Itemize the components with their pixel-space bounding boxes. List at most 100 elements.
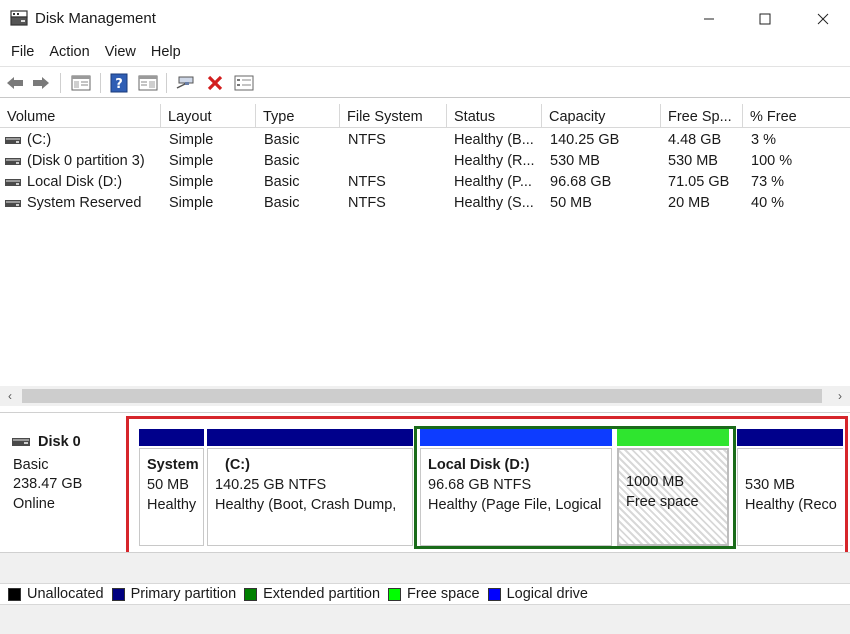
cell-volume: System Reserved (27, 195, 142, 211)
window-title: Disk Management (35, 10, 156, 27)
table-row[interactable]: System Reserved Simple Basic NTFS Health… (0, 193, 850, 214)
horizontal-scrollbar[interactable]: ‹ › (0, 386, 850, 406)
disk-name-label: Disk 0 (38, 434, 81, 450)
cell-file-system: NTFS (348, 174, 386, 190)
cell-percent-free: 100 % (751, 153, 793, 169)
help-icon: ? (110, 73, 128, 93)
column-header-percent-free[interactable]: % Free (743, 104, 850, 128)
legend-item-free-space: Free space (388, 586, 480, 602)
cell-capacity: 50 MB (550, 195, 592, 211)
table-row[interactable]: (Disk 0 partition 3) Simple Basic Health… (0, 151, 850, 172)
disk-management-app-icon (10, 10, 28, 26)
volume-icon (5, 137, 21, 144)
column-header-file-system[interactable]: File System (340, 104, 447, 128)
maximize-button[interactable] (736, 0, 794, 38)
disk-status: Online (13, 496, 55, 512)
console-tree-icon (71, 75, 91, 91)
cell-percent-free: 3 % (751, 132, 776, 148)
disk-size: 238.47 GB (13, 476, 83, 492)
cell-type: Basic (264, 174, 300, 190)
connect-icon (176, 76, 194, 89)
disk-partitions-highlight (126, 416, 848, 557)
disk-type: Basic (13, 457, 49, 473)
cell-free-space: 530 MB (668, 153, 718, 169)
cell-status: Healthy (B... (454, 132, 534, 148)
delete-button[interactable] (204, 72, 226, 94)
column-header-layout[interactable]: Layout (161, 104, 256, 128)
cell-volume: (Disk 0 partition 3) (27, 153, 145, 169)
svg-text:?: ? (115, 77, 123, 92)
volume-icon (5, 200, 21, 207)
volume-icon (5, 158, 21, 165)
legend-area: Unallocated Primary partition Extended p… (0, 552, 850, 634)
cell-file-system: NTFS (348, 195, 386, 211)
legend-label: Free space (407, 586, 480, 602)
legend-swatch (487, 587, 501, 601)
back-button[interactable] (4, 72, 26, 94)
cell-free-space: 4.48 GB (668, 132, 722, 148)
table-row[interactable]: Local Disk (D:) Simple Basic NTFS Health… (0, 172, 850, 193)
minimize-icon (704, 18, 714, 20)
minimize-button[interactable] (680, 0, 738, 38)
cell-type: Basic (264, 153, 300, 169)
legend-item-primary-partition: Primary partition (111, 586, 237, 602)
list-view-button[interactable] (233, 72, 255, 94)
disk-icon (12, 438, 30, 446)
legend-label: Extended partition (263, 586, 381, 602)
help-button[interactable]: ? (108, 72, 130, 94)
column-header-capacity[interactable]: Capacity (542, 104, 661, 128)
cell-capacity: 140.25 GB (550, 132, 620, 148)
scrollbar-thumb[interactable] (22, 389, 822, 403)
cell-percent-free: 40 % (751, 195, 785, 211)
legend-item-logical-drive: Logical drive (487, 586, 588, 602)
volume-list[interactable]: Volume Layout Type File System Status Ca… (0, 104, 850, 386)
cell-file-system: NTFS (348, 132, 386, 148)
legend-swatch (244, 587, 258, 601)
cell-type: Basic (264, 132, 300, 148)
cell-capacity: 96.68 GB (550, 174, 612, 190)
cell-free-space: 20 MB (668, 195, 710, 211)
cell-volume: (C:) (27, 132, 52, 148)
legend-label: Unallocated (27, 586, 104, 602)
forward-arrow-icon (33, 77, 49, 89)
legend-label: Primary partition (130, 586, 237, 602)
forward-button[interactable] (30, 72, 52, 94)
show-hide-console-tree-button[interactable] (70, 72, 92, 94)
delete-icon (207, 75, 223, 91)
legend-swatch (388, 587, 402, 601)
connect-virtual-disk-button[interactable] (175, 72, 197, 94)
maximize-icon (759, 13, 771, 25)
cell-percent-free: 73 % (751, 174, 785, 190)
legend-label: Logical drive (506, 586, 588, 602)
toolbar: ? (0, 66, 850, 98)
cell-status: Healthy (R... (454, 153, 535, 169)
column-header-volume[interactable]: Volume (0, 104, 161, 128)
column-header-type[interactable]: Type (256, 104, 340, 128)
scroll-right-button[interactable]: › (830, 386, 850, 406)
menu-action[interactable]: Action (38, 44, 89, 60)
menu-help[interactable]: Help (140, 44, 181, 60)
cell-type: Basic (264, 195, 300, 211)
cell-capacity: 530 MB (550, 153, 600, 169)
legend-swatch (111, 587, 125, 601)
legend-item-extended-partition: Extended partition (244, 586, 380, 602)
disk-info-panel[interactable]: Disk 0 Basic 238.47 GB Online (0, 413, 128, 553)
table-header: Volume Layout Type File System Status Ca… (0, 104, 850, 128)
menu-file[interactable]: File (0, 44, 34, 60)
title-bar: Disk Management (0, 0, 850, 38)
toolbar-separator (100, 73, 101, 93)
legend-swatch (8, 587, 21, 601)
disk-name: Disk 0 (12, 434, 81, 450)
close-button[interactable] (794, 0, 850, 38)
scroll-left-button[interactable]: ‹ (0, 386, 20, 406)
cell-file-system (348, 151, 445, 172)
toolbar-separator (166, 73, 167, 93)
back-arrow-icon (7, 77, 23, 89)
column-header-free-space[interactable]: Free Sp... (661, 104, 743, 128)
menu-view[interactable]: View (94, 44, 136, 60)
cell-layout: Simple (169, 153, 214, 169)
cell-status: Healthy (S... (454, 195, 534, 211)
column-header-status[interactable]: Status (447, 104, 542, 128)
properties-button[interactable] (137, 72, 159, 94)
table-row[interactable]: (C:) Simple Basic NTFS Healthy (B... 140… (0, 130, 850, 151)
